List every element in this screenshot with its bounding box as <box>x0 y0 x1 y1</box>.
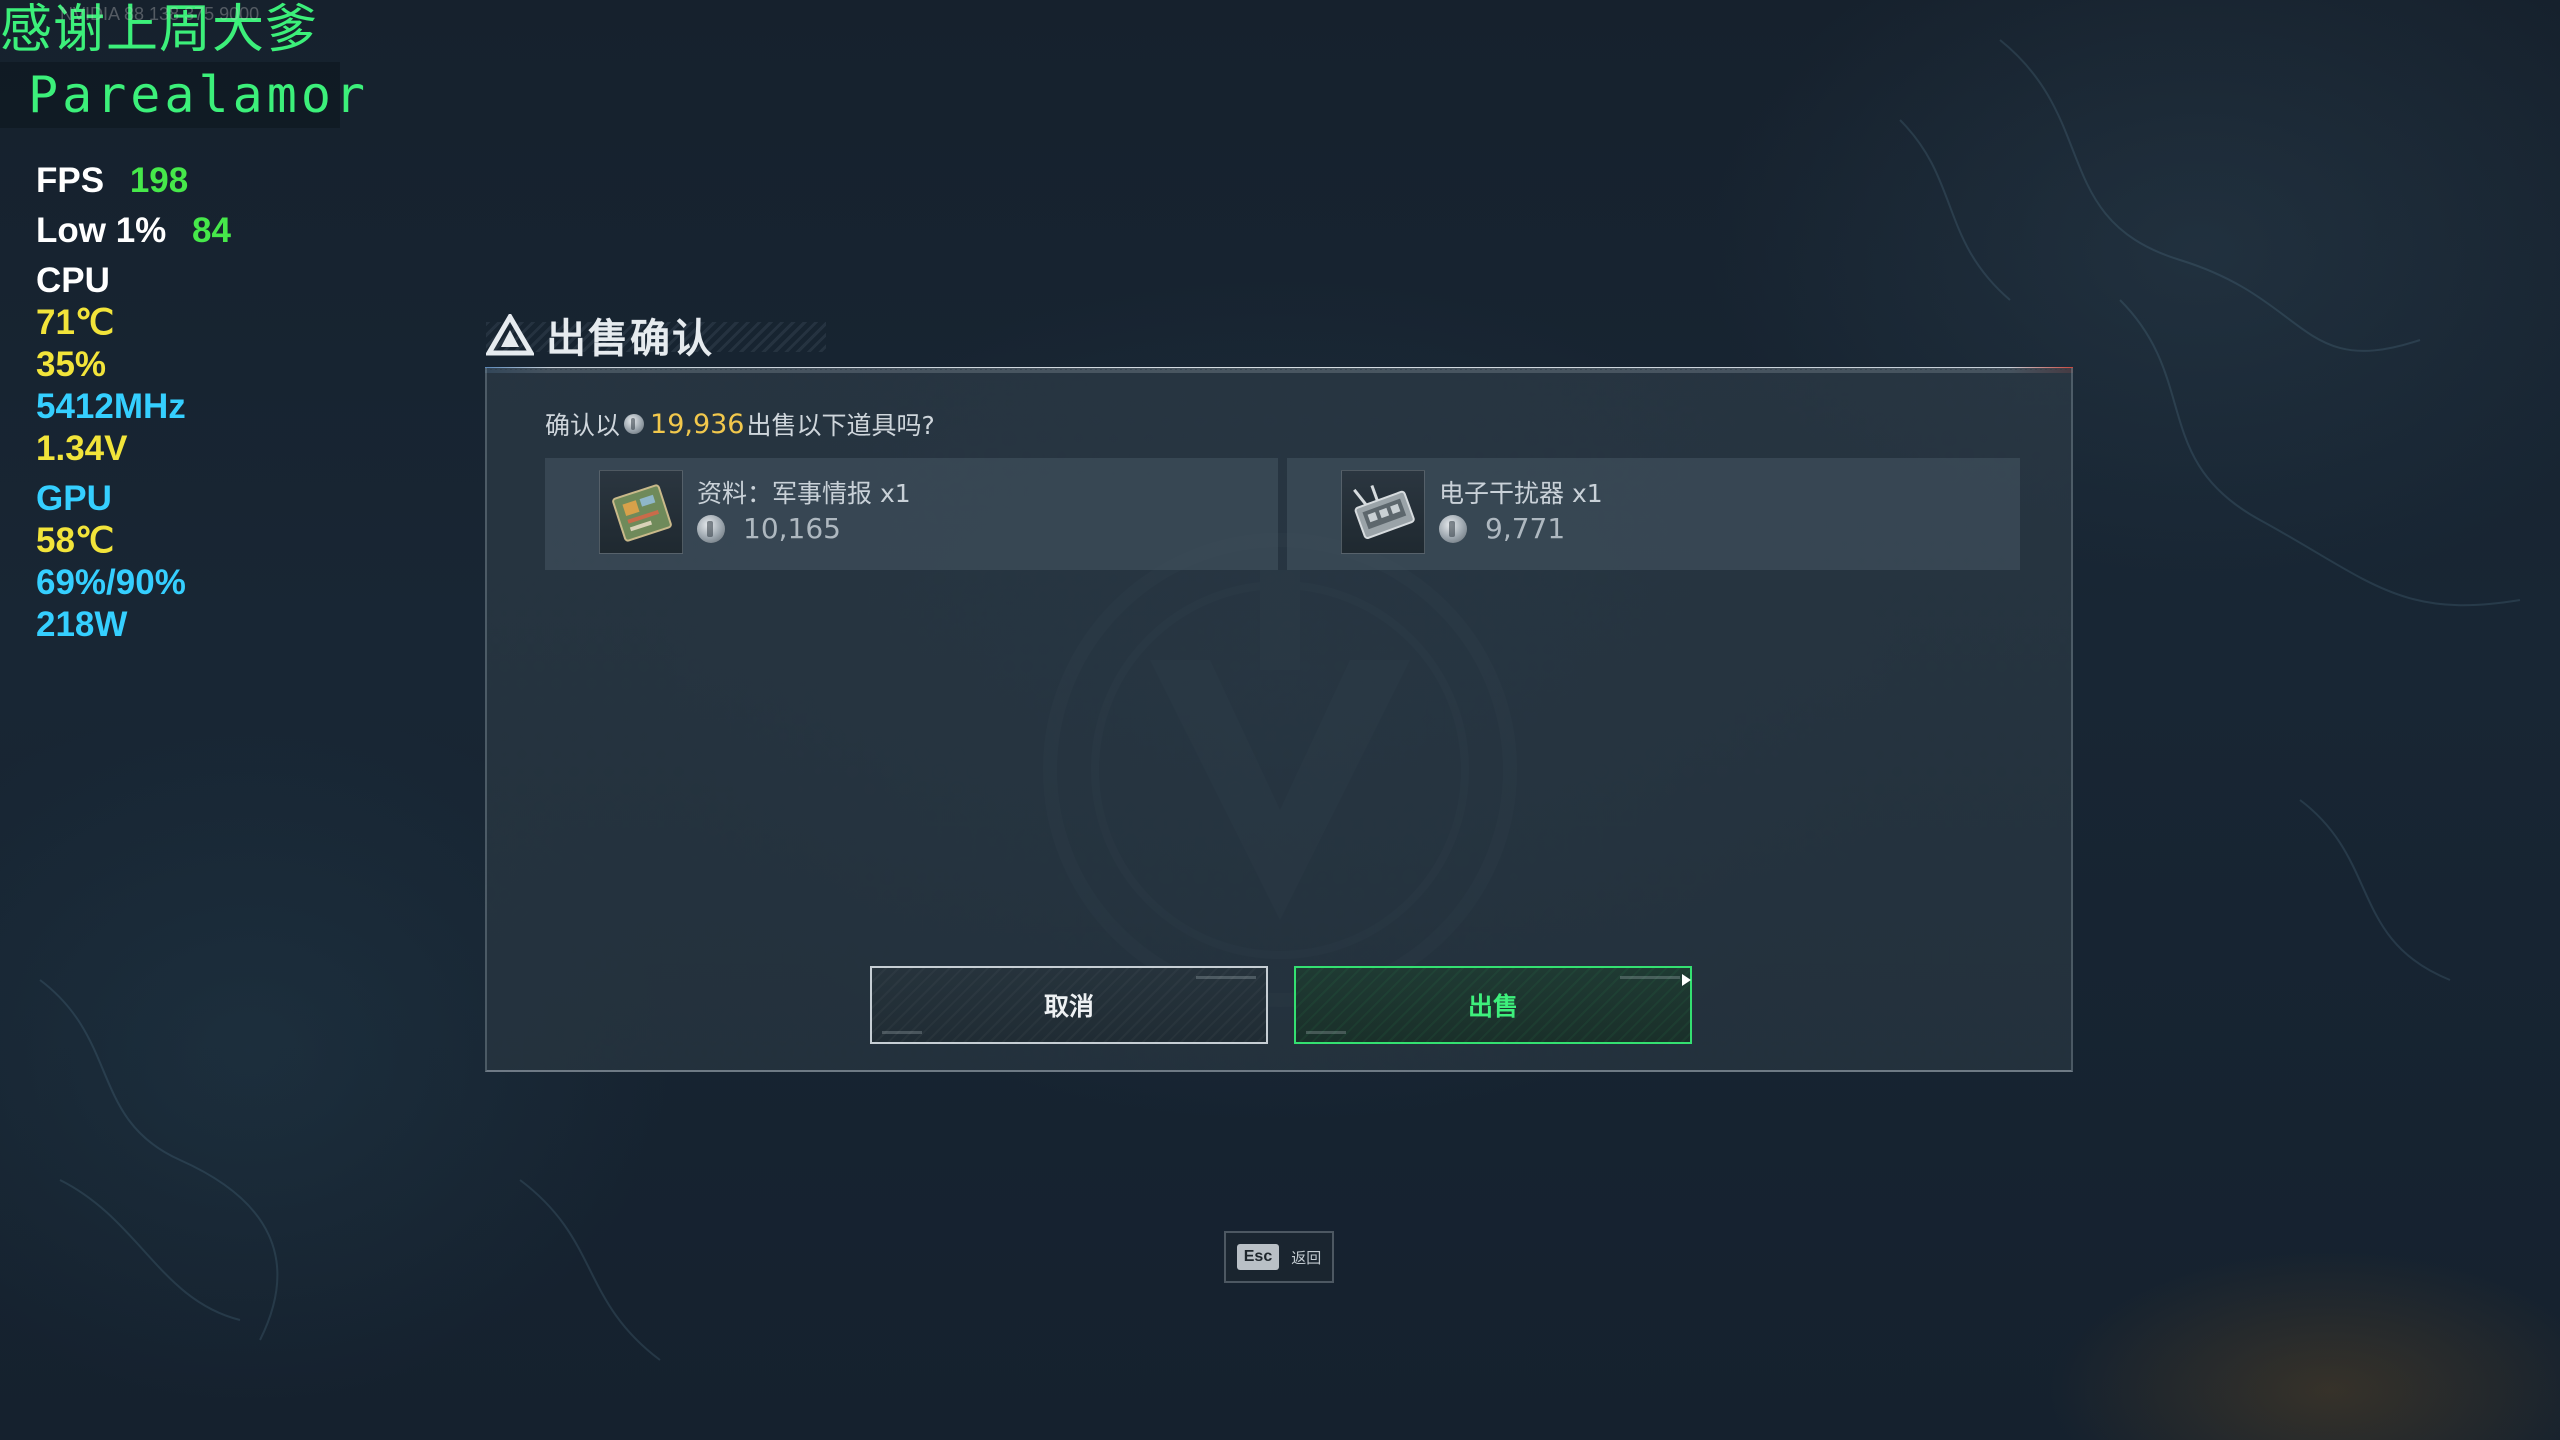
military-intel-chip-icon <box>599 470 683 554</box>
fps-row: FPS 198 <box>36 160 231 202</box>
button-decoration <box>1196 976 1256 979</box>
low-label: Low 1% <box>36 211 167 250</box>
coin-icon <box>1439 514 1467 543</box>
cpu-voltage: 1.34V <box>36 429 128 468</box>
gpu-label: GPU <box>36 479 112 518</box>
item-price: 10,165 <box>697 512 841 545</box>
sell-item-list: 资料：军事情报 x1 10,165 电子干扰器 x1 9,771 <box>545 458 2020 570</box>
sell-button[interactable]: 出售 <box>1294 966 1692 1044</box>
sell-button-label: 出售 <box>1467 992 1518 1021</box>
prompt-suffix: 出售以下道具吗? <box>746 411 935 440</box>
low-row: Low 1% 84 <box>36 210 231 252</box>
back-label: 返回 <box>1291 1248 1322 1267</box>
esc-back-button[interactable]: Esc 返回 <box>1224 1231 1334 1283</box>
sell-total: 19,936 <box>650 408 745 440</box>
gpu-power: 218W <box>36 605 128 644</box>
dialog-title: 出售确认 <box>546 316 714 362</box>
cpu-usage: 35% <box>36 345 107 384</box>
fps-value: 198 <box>129 161 189 200</box>
prompt-prefix: 确认以 <box>545 411 621 440</box>
item-price-value: 9,771 <box>1485 512 1566 545</box>
sell-item[interactable]: 电子干扰器 x1 9,771 <box>1287 458 2020 570</box>
performance-stats: FPS 198 Low 1% 84 CPU 71℃ 35% 5412MHz 1.… <box>36 160 231 646</box>
sell-item[interactable]: 资料：军事情报 x1 10,165 <box>545 458 1278 570</box>
item-price-value: 10,165 <box>743 512 841 545</box>
cpu-clock: 5412MHz <box>36 387 186 426</box>
gpu-usage: 69%/90% <box>36 563 186 602</box>
cancel-button[interactable]: 取消 <box>870 966 1268 1044</box>
button-decoration <box>1620 976 1680 979</box>
coin-icon <box>624 414 645 434</box>
gpu-temp: 58℃ <box>36 521 115 560</box>
mouse-cursor-icon <box>1682 974 1691 986</box>
electronic-jammer-icon <box>1341 470 1425 554</box>
warning-triangle-icon <box>486 314 534 356</box>
coin-icon <box>697 514 725 543</box>
sell-prompt: 确认以 19,936 出售以下道具吗? <box>545 406 935 442</box>
item-price: 9,771 <box>1439 512 1565 545</box>
fps-label: FPS <box>36 161 105 200</box>
button-decoration <box>1306 1031 1346 1034</box>
dialog-header: 出售确认 <box>486 305 714 365</box>
cpu-temp: 71℃ <box>36 303 115 342</box>
item-name: 电子干扰器 x1 <box>1439 479 1603 508</box>
cpu-label: CPU <box>36 261 110 300</box>
cancel-button-label: 取消 <box>1043 992 1094 1021</box>
button-decoration <box>882 1031 922 1034</box>
low-value: 84 <box>192 211 231 250</box>
streamer-name: Parealamor <box>28 66 370 124</box>
esc-key-icon: Esc <box>1236 1244 1280 1270</box>
sell-confirm-dialog: 确认以 19,936 出售以下道具吗? 资料：军事情报 x1 10,165 电子… <box>485 368 2073 1072</box>
item-name: 资料：军事情报 x1 <box>697 479 911 508</box>
thanks-subtext: NVIDIA 88 138 375 9000 <box>60 4 260 24</box>
game-screen: 感谢上周大爹 NVIDIA 88 138 375 9000 Parealamor… <box>0 0 2560 1440</box>
